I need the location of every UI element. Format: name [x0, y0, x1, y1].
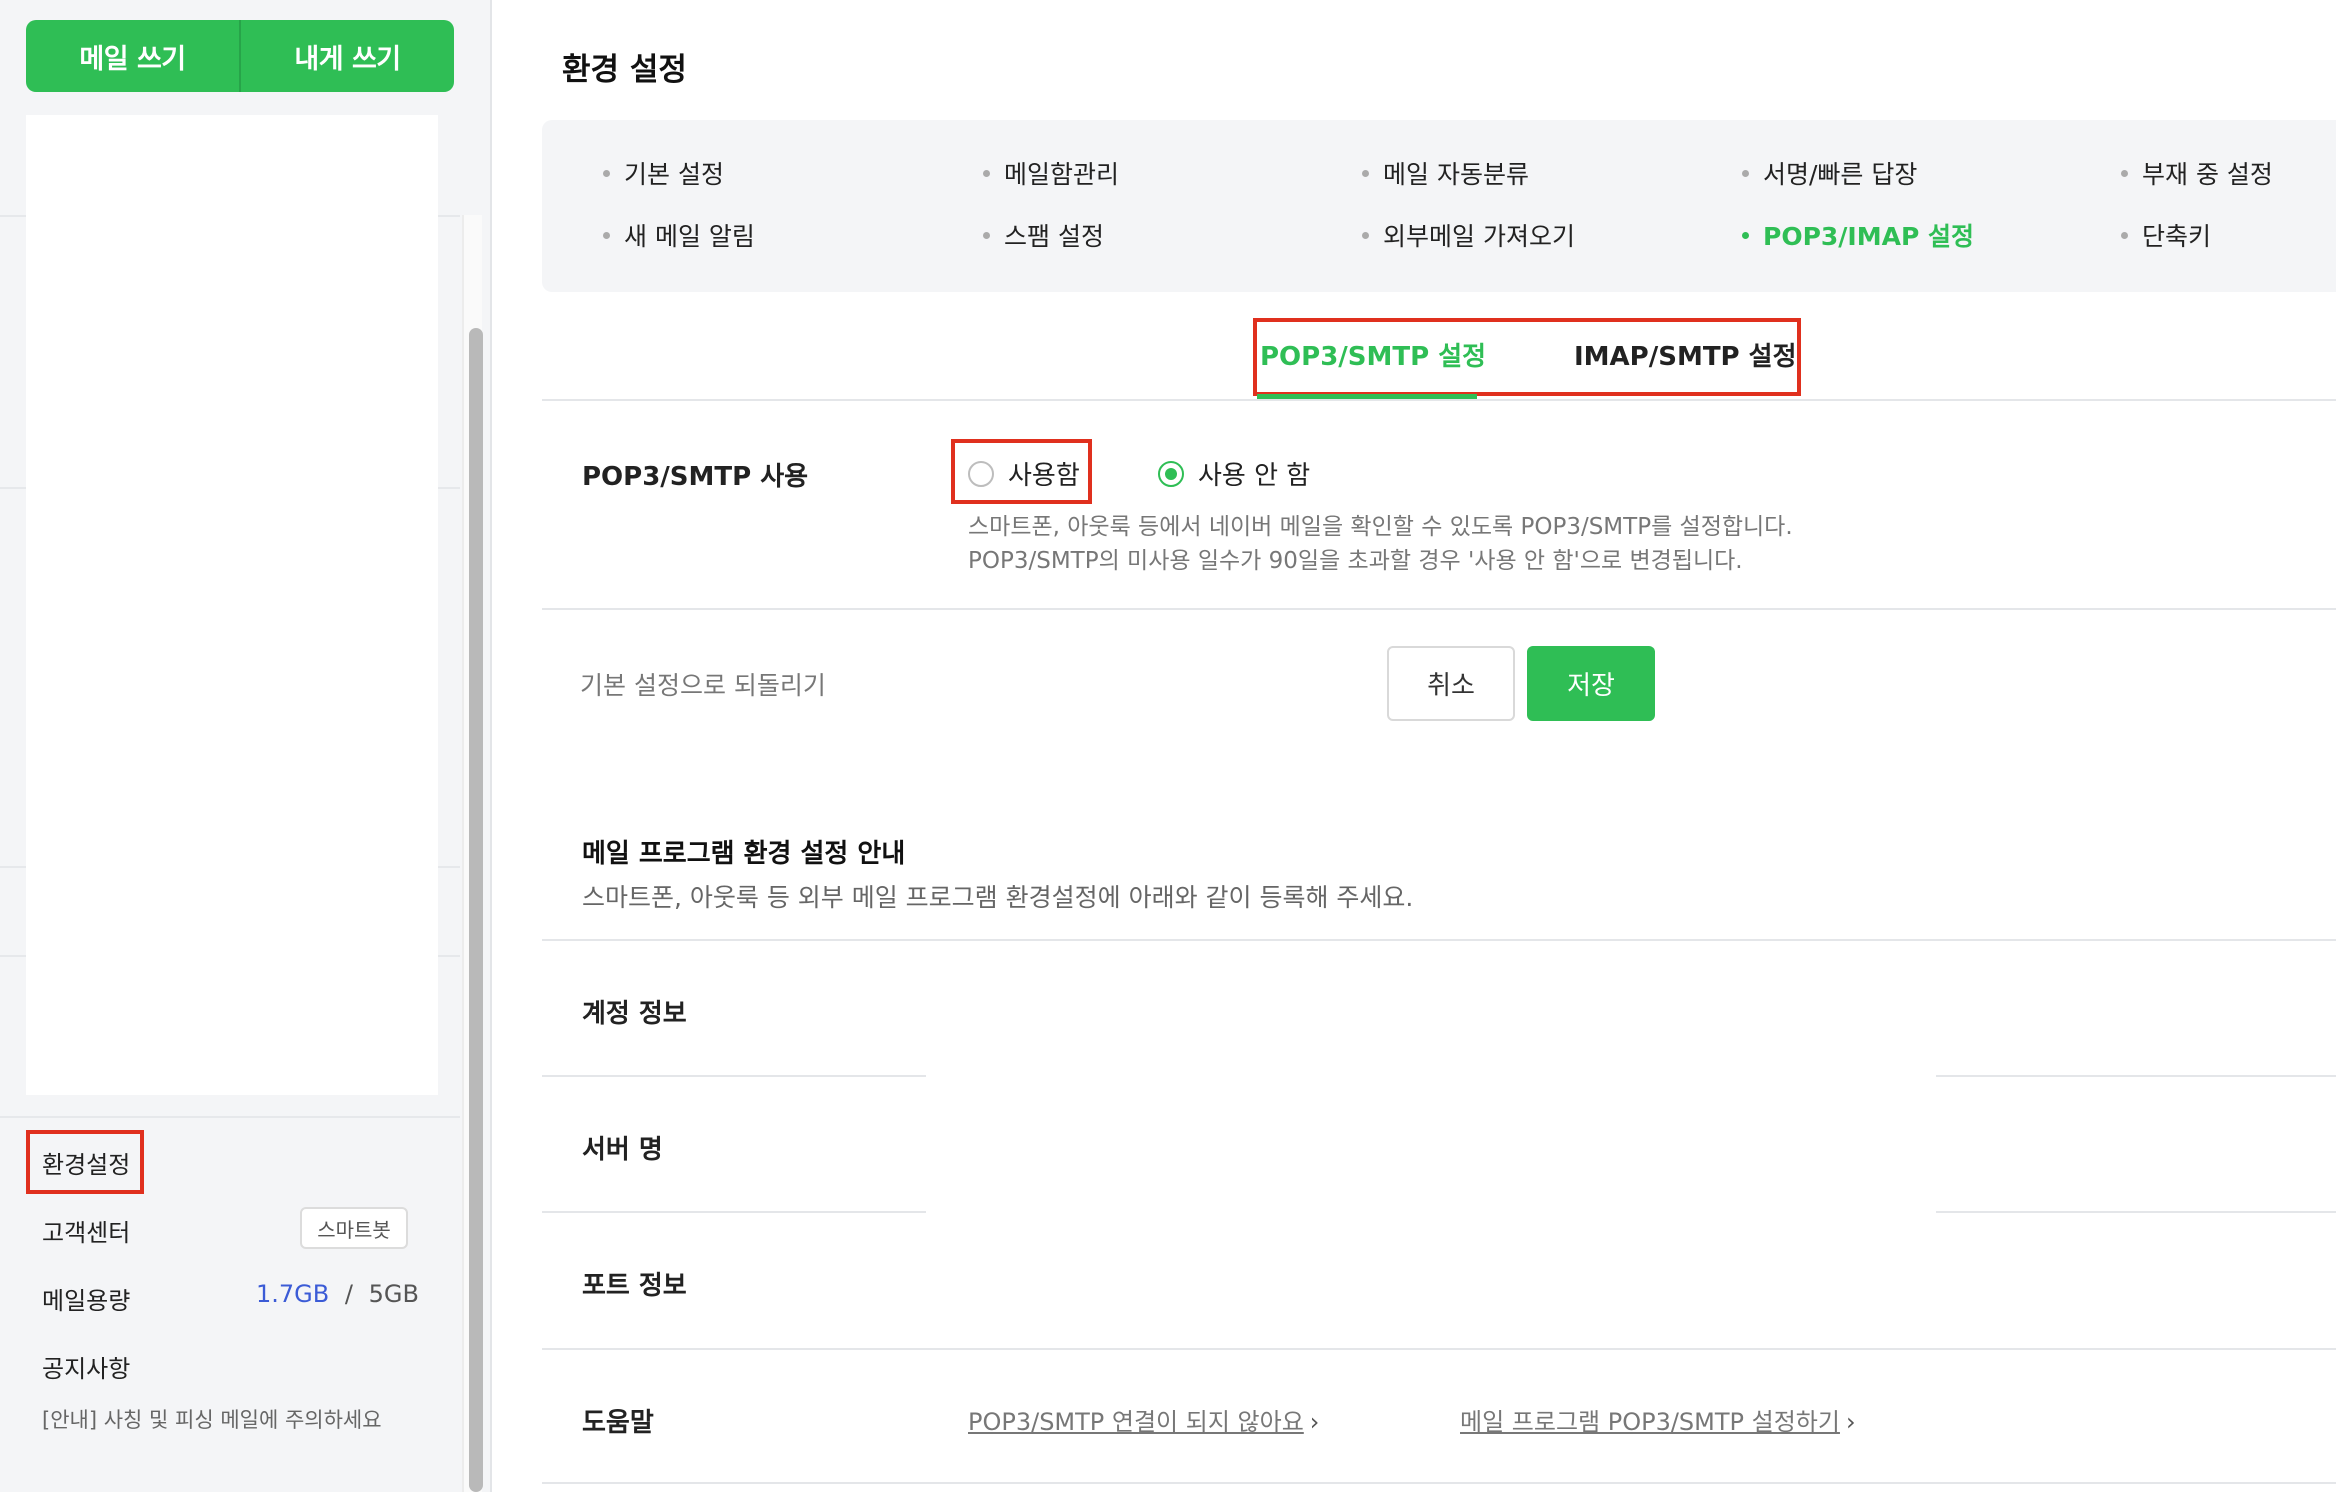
- bullet-icon: [2121, 231, 2128, 239]
- folder-list-panel: [26, 115, 438, 1095]
- help-link-text: 메일 프로그램 POP3/SMTP 설정하기: [1460, 1408, 1840, 1436]
- notice-link[interactable]: 공지사항: [42, 1349, 130, 1384]
- nav-basic-settings[interactable]: 기본 설정: [603, 155, 724, 191]
- pop3-desc-line1: 스마트폰, 아웃룩 등에서 네이버 메일을 확인할 수 있도록 POP3/SMT…: [968, 514, 1793, 540]
- reset-defaults-link[interactable]: 기본 설정으로 되돌리기: [580, 666, 826, 702]
- row-divider: [542, 1482, 2336, 1484]
- nav-label: 서명/빠른 답장: [1763, 160, 1918, 189]
- nav-spam[interactable]: 스팸 설정: [983, 217, 1104, 253]
- cancel-button[interactable]: 취소: [1387, 646, 1515, 721]
- write-mail-button[interactable]: 메일 쓰기: [26, 20, 239, 92]
- compose-group: 메일 쓰기 내게 쓰기: [26, 20, 454, 92]
- nav-pop3-imap[interactable]: POP3/IMAP 설정: [1742, 217, 1974, 253]
- storage-total: 5GB: [368, 1280, 419, 1308]
- support-link[interactable]: 고객센터: [42, 1213, 130, 1248]
- nav-label: 외부메일 가져오기: [1383, 222, 1575, 251]
- notice-item[interactable]: [안내] 사칭 및 피싱 메일에 주의하세요: [42, 1404, 382, 1434]
- nav-auto-classify[interactable]: 메일 자동분류: [1362, 155, 1529, 191]
- bullet-icon: [983, 169, 990, 177]
- nav-label: 새 메일 알림: [624, 222, 755, 251]
- settings-nav-panel: [542, 120, 2336, 292]
- bullet-icon: [983, 231, 990, 239]
- nav-signature[interactable]: 서명/빠른 답장: [1742, 155, 1917, 191]
- tab-imap-smtp[interactable]: IMAP/SMTP 설정: [1574, 336, 1797, 373]
- guide-divider: [542, 939, 2336, 941]
- nav-away[interactable]: 부재 중 설정: [2121, 155, 2273, 191]
- radio-selected-icon[interactable]: [1158, 460, 1184, 487]
- radio-empty-icon[interactable]: [968, 460, 994, 487]
- save-button[interactable]: 저장: [1527, 646, 1655, 721]
- nav-mailbox-management[interactable]: 메일함관리: [983, 155, 1119, 191]
- write-to-self-button[interactable]: 내게 쓰기: [239, 20, 454, 92]
- storage-separator: /: [344, 1280, 353, 1308]
- nav-label: POP3/IMAP 설정: [1763, 222, 1974, 251]
- help-link-connection[interactable]: POP3/SMTP 연결이 되지 않아요 ›: [968, 1402, 1319, 1437]
- row-divider: [542, 1211, 926, 1213]
- bullet-icon: [603, 169, 610, 177]
- nav-external-mail[interactable]: 외부메일 가져오기: [1362, 217, 1575, 253]
- row-divider: [1936, 1211, 2336, 1213]
- nav-label: 부재 중 설정: [2142, 160, 2273, 189]
- storage-used: 1.7GB: [256, 1280, 330, 1308]
- guide-description: 스마트폰, 아웃룩 등 외부 메일 프로그램 환경설정에 아래와 같이 등록해 …: [582, 883, 1414, 912]
- bullet-icon: [603, 231, 610, 239]
- bullet-icon: [1362, 231, 1369, 239]
- bullet-icon: [2121, 169, 2128, 177]
- row-divider: [542, 1348, 2336, 1350]
- page-title: 환경 설정: [562, 52, 687, 88]
- bullet-icon: [1362, 169, 1369, 177]
- section-divider: [542, 608, 2336, 610]
- help-link-text: POP3/SMTP 연결이 되지 않아요: [968, 1408, 1304, 1436]
- help-link-setup[interactable]: 메일 프로그램 POP3/SMTP 설정하기 ›: [1460, 1402, 1856, 1437]
- account-info-label: 계정 정보: [582, 999, 687, 1029]
- server-name-label: 서버 명: [582, 1135, 663, 1165]
- row-divider: [1936, 1075, 2336, 1077]
- nav-label: 스팸 설정: [1004, 222, 1104, 251]
- guide-title: 메일 프로그램 환경 설정 안내: [582, 839, 906, 869]
- chevron-right-icon: ›: [1309, 1408, 1320, 1436]
- port-info-label: 포트 정보: [582, 1271, 687, 1301]
- nav-label: 단축키: [2142, 222, 2212, 251]
- smartbot-button[interactable]: 스마트봇: [300, 1207, 408, 1249]
- storage-label: 메일용량: [42, 1287, 131, 1315]
- nav-label: 기본 설정: [624, 160, 724, 189]
- help-label: 도움말: [582, 1408, 654, 1438]
- tabs-divider: [542, 399, 2336, 401]
- radio-use[interactable]: 사용함: [968, 455, 1080, 492]
- nav-new-mail-alert[interactable]: 새 메일 알림: [603, 217, 755, 253]
- radio-not-use-label: 사용 안 함: [1198, 461, 1311, 491]
- settings-link[interactable]: 환경설정: [42, 1145, 130, 1180]
- bullet-icon: [1742, 231, 1749, 239]
- nav-shortcuts[interactable]: 단축키: [2121, 217, 2211, 253]
- row-divider: [542, 1075, 926, 1077]
- storage-usage: 1.7GB / 5GB: [256, 1280, 419, 1308]
- radio-not-use[interactable]: 사용 안 함: [1158, 455, 1310, 492]
- tab-pop3-smtp[interactable]: POP3/SMTP 설정: [1260, 336, 1486, 373]
- sidebar-divider: [0, 1116, 460, 1118]
- sidebar: 메일 쓰기 내게 쓰기 환경설정 고객센터 스마트봇 메일용량 1.7GB / …: [0, 0, 492, 1492]
- radio-use-label: 사용함: [1008, 461, 1080, 491]
- nav-label: 메일함관리: [1004, 160, 1120, 189]
- nav-label: 메일 자동분류: [1383, 160, 1529, 189]
- chevron-right-icon: ›: [1845, 1408, 1856, 1436]
- pop3-desc-line2: POP3/SMTP의 미사용 일수가 90일을 초과할 경우 '사용 안 함'으…: [968, 548, 1743, 574]
- pop3-use-label: POP3/SMTP 사용: [582, 462, 809, 492]
- active-tab-indicator: [1257, 394, 1477, 399]
- scrollbar-thumb[interactable]: [469, 328, 483, 1492]
- bullet-icon: [1742, 169, 1749, 177]
